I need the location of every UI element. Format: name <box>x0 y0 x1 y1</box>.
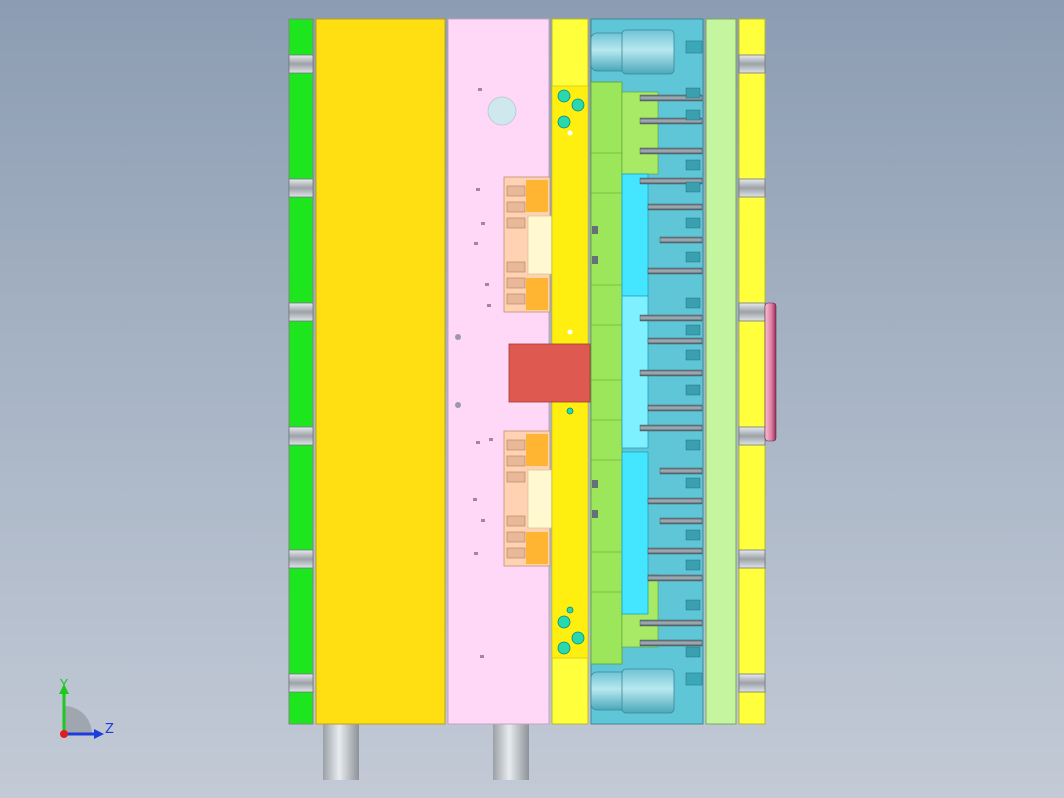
triad-plane-quadrant <box>64 706 92 734</box>
axis-triad: Y Z <box>59 678 114 739</box>
moving-clamp-plate[interactable] <box>738 18 766 725</box>
plate-dot <box>455 402 461 408</box>
fixed-clamp-plate[interactable] <box>288 18 314 725</box>
hydraulic-cylinder-top[interactable] <box>590 29 675 75</box>
z-axis-label: Z <box>105 722 114 737</box>
locating-ring[interactable] <box>764 302 777 442</box>
plate-dot <box>455 334 461 340</box>
guide-pillar-left[interactable] <box>323 724 359 780</box>
guide-pillar-right[interactable] <box>493 724 529 780</box>
lifter-block-upper[interactable] <box>621 173 649 297</box>
y-axis-label: Y <box>59 678 68 693</box>
lifter-block-lower[interactable] <box>621 451 649 615</box>
mold-assembly-model[interactable] <box>0 0 1064 798</box>
stop-block <box>685 40 703 54</box>
z-axis-arrow <box>94 729 104 739</box>
cavity-plate[interactable] <box>315 18 446 725</box>
plate-hole <box>487 96 517 126</box>
ejector-retainer-plate[interactable] <box>705 18 737 725</box>
graphics-viewport[interactable]: Y Z <box>0 0 1064 798</box>
stop-block <box>685 672 703 686</box>
sprue-bushing[interactable] <box>508 343 591 403</box>
hydraulic-cylinder-bottom[interactable] <box>590 668 675 714</box>
x-axis-dot <box>60 730 68 738</box>
